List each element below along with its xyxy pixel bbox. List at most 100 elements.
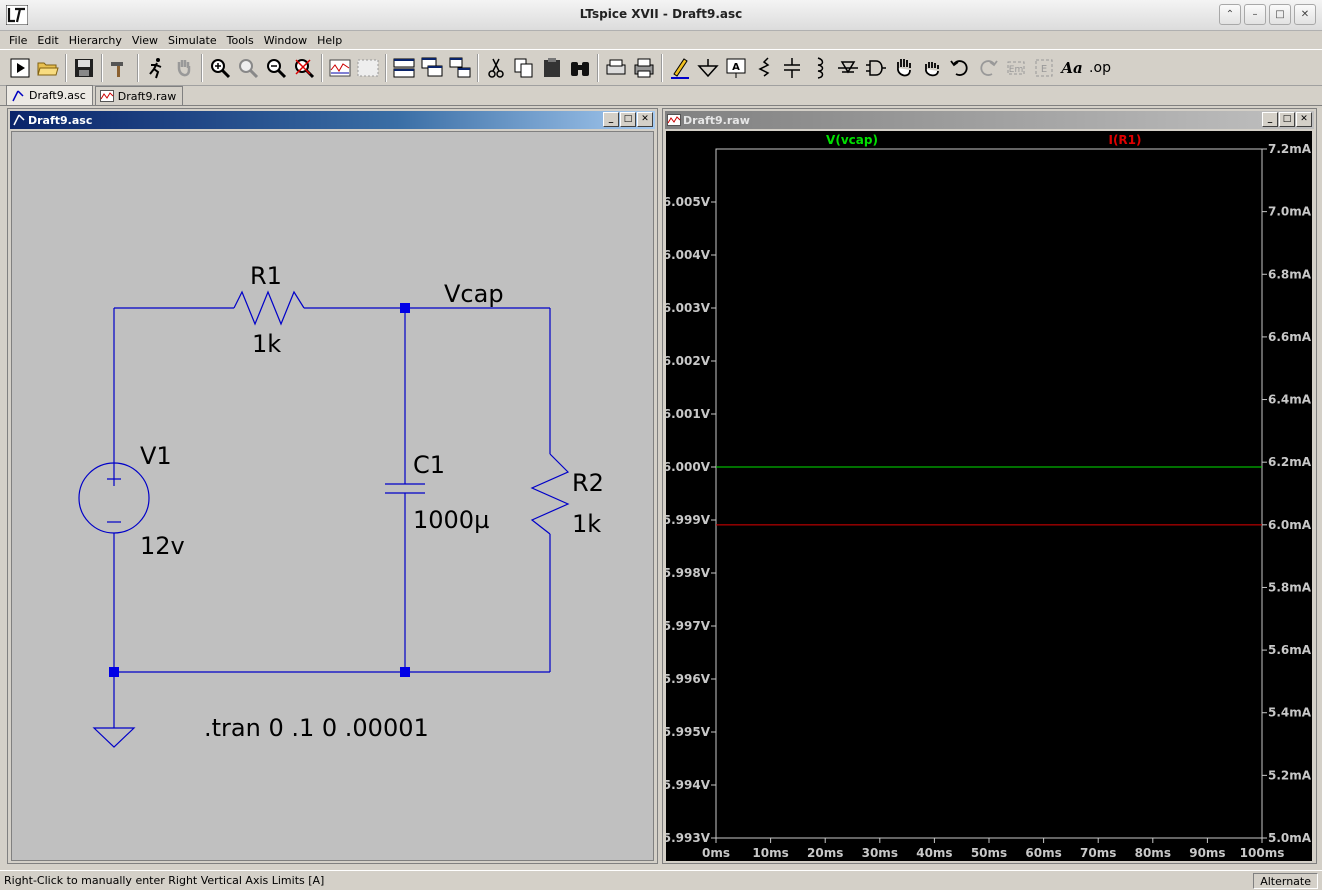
x-tick-label: 70ms — [1080, 846, 1116, 860]
halt-button[interactable] — [170, 54, 198, 82]
resistor-r1[interactable] — [233, 290, 305, 326]
drag-button[interactable] — [918, 54, 946, 82]
resistor-r2[interactable] — [530, 453, 570, 535]
svg-text:Em: Em — [1009, 65, 1023, 75]
menu-file[interactable]: File — [4, 34, 32, 47]
copy-button[interactable] — [510, 54, 538, 82]
tab-waveform[interactable]: Draft9.raw — [94, 86, 184, 105]
cut-button[interactable] — [482, 54, 510, 82]
schematic-maximize-button[interactable]: □ — [620, 112, 636, 127]
svg-text:A: A — [732, 62, 740, 73]
toolbar-separator — [385, 53, 387, 82]
waveform-maximize-button[interactable]: □ — [1279, 112, 1295, 127]
redo-button[interactable] — [974, 54, 1002, 82]
status-message: Right-Click to manually enter Right Vert… — [4, 874, 325, 887]
move-button[interactable] — [890, 54, 918, 82]
junction-bottom-mid — [400, 667, 410, 677]
control-panel-button[interactable] — [106, 54, 134, 82]
left-tick-label: 5.993V — [666, 831, 711, 845]
schematic-close-button[interactable]: ✕ — [637, 112, 653, 127]
save-button[interactable] — [70, 54, 98, 82]
ground-button[interactable] — [694, 54, 722, 82]
menu-help[interactable]: Help — [312, 34, 347, 47]
tile-horizontal-button[interactable] — [390, 54, 418, 82]
ground-symbol[interactable] — [92, 672, 136, 748]
x-tick-label: 100ms — [1240, 846, 1285, 860]
menu-edit[interactable]: Edit — [32, 34, 63, 47]
trace-label-ir1[interactable]: I(R1) — [1108, 133, 1141, 147]
run-button[interactable] — [6, 54, 34, 82]
inductor-button[interactable] — [806, 54, 834, 82]
waveform-window-titlebar[interactable]: Draft9.raw _ □ ✕ — [665, 111, 1314, 129]
label-net-button[interactable]: A — [722, 54, 750, 82]
run-simulation-button[interactable] — [142, 54, 170, 82]
diode-button[interactable] — [834, 54, 862, 82]
r2-name[interactable]: R2 — [572, 469, 604, 497]
waveform-plot-area[interactable]: V(vcap) I(R1) 6.005V 6.004V 6.003V 6.002V 6.… — [663, 131, 1312, 861]
schematic-drawing: R1 1k Vcap V1 12v C1 1000µ R2 1k .tran 0… — [78, 262, 604, 748]
print-button[interactable] — [630, 54, 658, 82]
x-axis[interactable]: 0ms 10ms 20ms 30ms 40ms 50ms 60ms 70ms 80ms 90ms 1… — [702, 838, 1284, 860]
undo-button[interactable] — [946, 54, 974, 82]
menu-tools[interactable]: Tools — [222, 34, 259, 47]
menu-view[interactable]: View — [127, 34, 163, 47]
rotate-button[interactable]: Em — [1002, 54, 1030, 82]
waveform-close-button[interactable]: ✕ — [1296, 112, 1312, 127]
r1-value[interactable]: 1k — [252, 330, 281, 358]
toolbar-separator — [597, 53, 599, 82]
autorange-button[interactable] — [326, 54, 354, 82]
v1-name[interactable]: V1 — [140, 442, 172, 470]
open-button[interactable] — [34, 54, 62, 82]
menu-simulate[interactable]: Simulate — [163, 34, 222, 47]
tab-schematic[interactable]: Draft9.asc — [6, 85, 93, 105]
spice-directive[interactable]: .tran 0 .1 0 .00001 — [204, 714, 429, 742]
tile-vertical-button[interactable] — [446, 54, 474, 82]
schematic-canvas[interactable]: R1 1k Vcap V1 12v C1 1000µ R2 1k .tran 0… — [11, 131, 654, 861]
c1-name[interactable]: C1 — [413, 451, 445, 479]
mirror-button[interactable]: E — [1030, 54, 1058, 82]
resistor-button[interactable] — [750, 54, 778, 82]
waveform-minimize-button[interactable]: _ — [1262, 112, 1278, 127]
window-menu-button[interactable]: ⌃ — [1219, 4, 1241, 25]
net-label-vcap[interactable]: Vcap — [444, 280, 504, 308]
x-tick-label: 90ms — [1189, 846, 1225, 860]
menu-hierarchy[interactable]: Hierarchy — [64, 34, 127, 47]
v1-value[interactable]: 12v — [140, 532, 185, 560]
draw-wire-button[interactable] — [666, 54, 694, 82]
zoom-fit-button[interactable] — [290, 54, 318, 82]
zoom-in-button[interactable] — [206, 54, 234, 82]
left-axis[interactable]: 6.005V 6.004V 6.003V 6.002V 6.001V 6.000V 5.99… — [663, 195, 716, 845]
paste-button[interactable] — [538, 54, 566, 82]
menu-window[interactable]: Window — [259, 34, 312, 47]
tile-horizontal-icon — [393, 58, 415, 77]
trace-label-vcap[interactable]: V(vcap) — [826, 133, 878, 147]
printer-icon — [634, 58, 654, 77]
r2-value[interactable]: 1k — [572, 510, 601, 538]
left-tick-label: 6.004V — [666, 248, 711, 262]
right-axis[interactable]: 7.2mA 7.0mA 6.8mA 6.6mA 6.4mA 6.2mA 6.0mA 5.8mA… — [1262, 142, 1312, 845]
c1-value[interactable]: 1000µ — [413, 506, 489, 534]
component-button[interactable] — [862, 54, 890, 82]
waveform-window-controls: _ □ ✕ — [1262, 112, 1312, 127]
zoom-in-icon — [211, 58, 231, 78]
zoom-out-button[interactable] — [262, 54, 290, 82]
capacitor-c1[interactable] — [385, 483, 425, 494]
find-button[interactable] — [566, 54, 594, 82]
toolbar-separator — [137, 53, 139, 82]
capacitor-button[interactable] — [778, 54, 806, 82]
mark-unmark-button[interactable] — [354, 54, 382, 82]
print-setup-button[interactable] — [602, 54, 630, 82]
text-button[interactable]: Aa — [1058, 54, 1086, 82]
minimize-button[interactable]: – — [1244, 4, 1266, 25]
schematic-window-titlebar[interactable]: Draft9.asc _ □ ✕ — [10, 111, 655, 129]
pan-button[interactable] — [234, 54, 262, 82]
cascade-button[interactable] — [418, 54, 446, 82]
traces — [716, 466, 1262, 526]
schematic-minimize-button[interactable]: _ — [603, 112, 619, 127]
schematic-window-controls: _ □ ✕ — [603, 112, 653, 127]
r1-name[interactable]: R1 — [250, 262, 282, 290]
spice-directive-button[interactable]: .op — [1086, 54, 1114, 82]
maximize-button[interactable]: □ — [1269, 4, 1291, 25]
svg-text:E: E — [1041, 64, 1047, 75]
close-button[interactable]: ✕ — [1294, 4, 1316, 25]
